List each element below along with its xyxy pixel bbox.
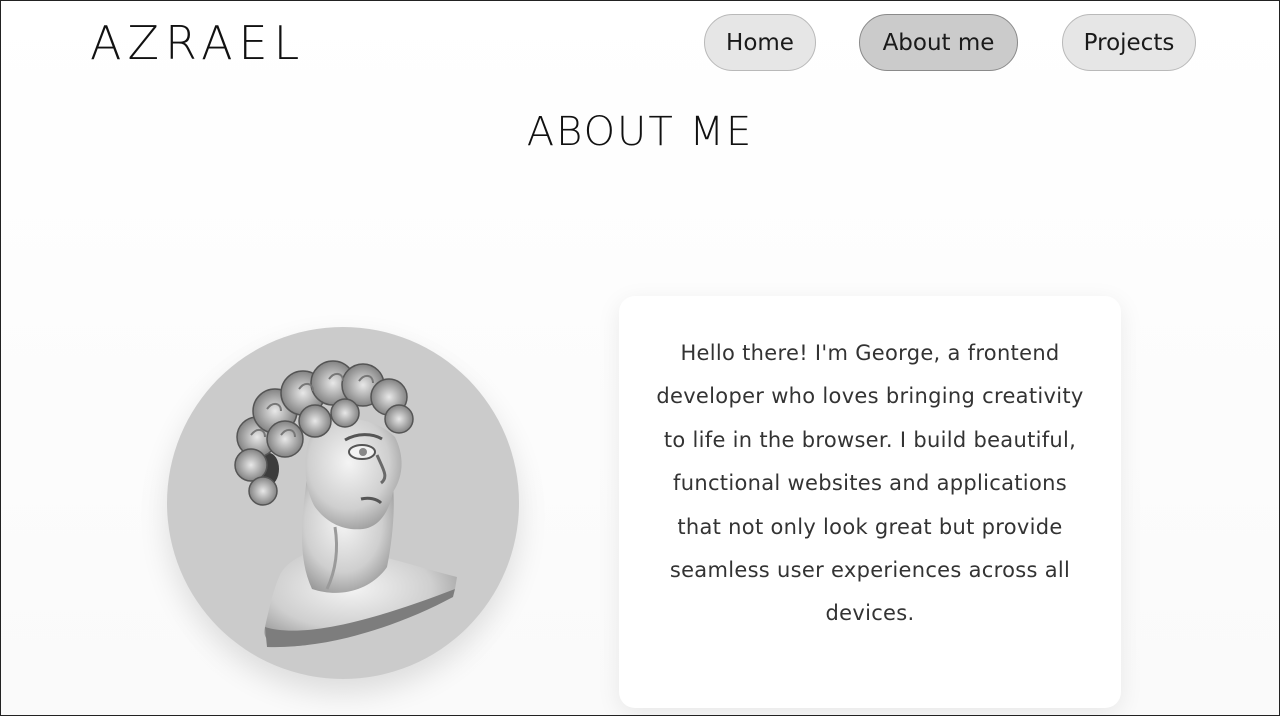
bio-card: Hello there! I'm George, a frontend deve… xyxy=(619,296,1121,708)
nav-about-button[interactable]: About me xyxy=(859,14,1018,71)
bust-image xyxy=(234,360,457,648)
avatar xyxy=(167,327,519,679)
main-nav: Home About me Projects xyxy=(1,14,1279,71)
page: AZRAEL Home About me Projects ABOUT ME H… xyxy=(0,0,1280,716)
bio-text: Hello there! I'm George, a frontend deve… xyxy=(656,341,1084,626)
nav-projects-button[interactable]: Projects xyxy=(1062,14,1196,71)
page-title: ABOUT ME xyxy=(526,109,754,155)
nav-home-button[interactable]: Home xyxy=(704,14,816,71)
